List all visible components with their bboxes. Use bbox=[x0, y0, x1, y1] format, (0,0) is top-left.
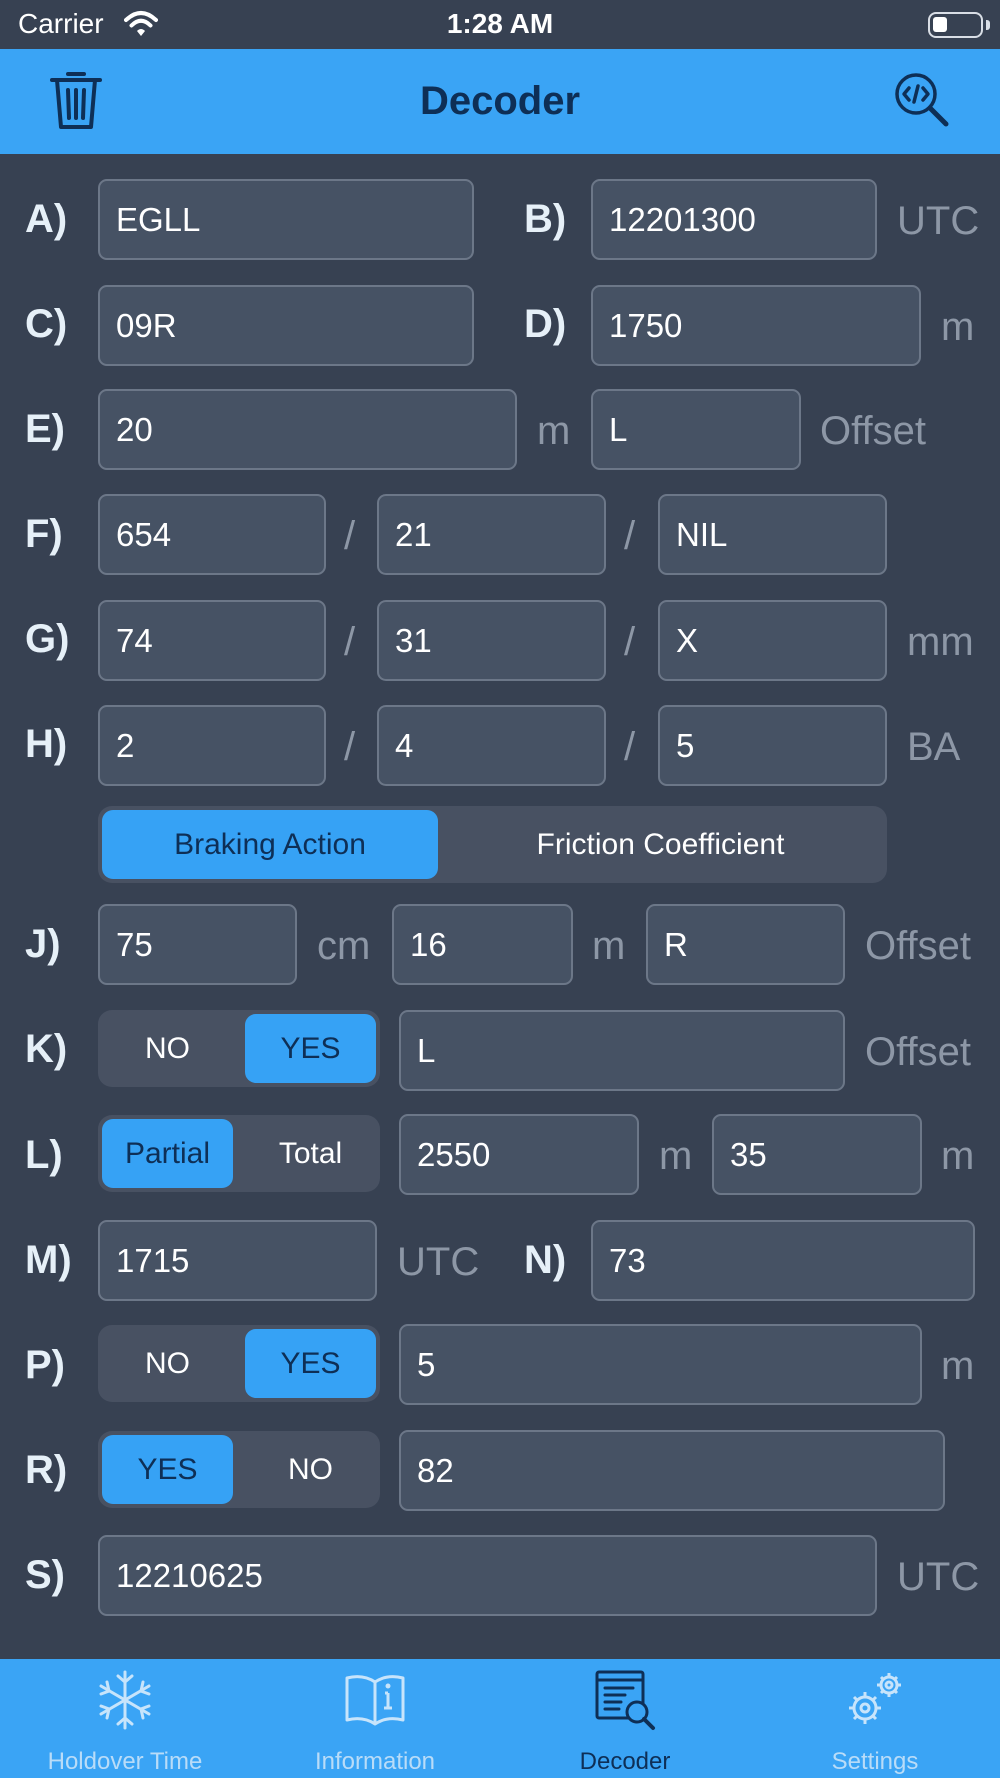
e-unit: m bbox=[537, 409, 571, 453]
p-yes-segment[interactable]: YES bbox=[245, 1329, 376, 1398]
k-offset-field[interactable]: L bbox=[399, 1010, 845, 1091]
l-total-segment[interactable]: Total bbox=[245, 1119, 376, 1188]
j-width-unit: m bbox=[592, 924, 626, 968]
a-location-field[interactable]: EGLL bbox=[98, 179, 474, 260]
g-third-1-field[interactable]: 74 bbox=[98, 600, 326, 681]
tab-holdover-time[interactable]: Holdover Time bbox=[0, 1659, 250, 1778]
book-icon bbox=[345, 1675, 405, 1726]
row-label-a: A) bbox=[25, 197, 68, 241]
row-label-m: M) bbox=[25, 1238, 72, 1282]
tab-decoder[interactable]: Decoder bbox=[500, 1659, 750, 1778]
j-depth-unit: cm bbox=[317, 924, 371, 968]
l-partial-segment[interactable]: Partial bbox=[102, 1119, 233, 1188]
row-label-j: J) bbox=[25, 922, 61, 966]
j-offset-label: Offset bbox=[865, 924, 971, 968]
tab-label-information: Information bbox=[314, 1748, 436, 1775]
p-unit: m bbox=[941, 1344, 975, 1388]
r-yes-segment[interactable]: YES bbox=[102, 1435, 233, 1504]
row-label-d: D) bbox=[524, 302, 567, 346]
row-label-f: F) bbox=[25, 512, 63, 556]
s-unit: UTC bbox=[897, 1555, 980, 1599]
l-width-field[interactable]: 35 bbox=[712, 1114, 922, 1195]
j-width-field[interactable]: 16 bbox=[392, 904, 573, 985]
tab-label-decoder: Decoder bbox=[579, 1748, 671, 1775]
row-label-l: L) bbox=[25, 1133, 63, 1177]
f-third-3-field[interactable]: NIL bbox=[658, 494, 887, 575]
r-no-segment[interactable]: NO bbox=[245, 1435, 376, 1504]
r-segmented-control: YES NO bbox=[98, 1431, 380, 1508]
h-mode-segmented-control: Braking Action Friction Coefficient bbox=[98, 806, 887, 883]
g-third-3-field[interactable]: X bbox=[658, 600, 887, 681]
g-unit: mm bbox=[907, 620, 974, 664]
row-label-h: H) bbox=[25, 722, 68, 766]
h-third-3-field[interactable]: 5 bbox=[658, 705, 887, 786]
h-third-2-field[interactable]: 4 bbox=[377, 705, 606, 786]
l-length-field[interactable]: 2550 bbox=[399, 1114, 639, 1195]
row-label-c: C) bbox=[25, 302, 68, 346]
status-time: 1:28 AM bbox=[446, 8, 554, 39]
h-separator-1: / bbox=[344, 725, 356, 769]
snowflake-icon bbox=[99, 1670, 151, 1730]
battery-icon bbox=[928, 12, 983, 38]
battery-cap bbox=[986, 20, 990, 30]
row-label-k: K) bbox=[25, 1027, 68, 1071]
e-offset-label: Offset bbox=[820, 409, 926, 453]
f-separator-2: / bbox=[624, 514, 636, 558]
e-width-field[interactable]: 20 bbox=[98, 389, 517, 470]
m-time-field[interactable]: 1715 bbox=[98, 1220, 377, 1301]
h-third-1-field[interactable]: 2 bbox=[98, 705, 326, 786]
l-segmented-control: Partial Total bbox=[98, 1115, 380, 1192]
row-label-s: S) bbox=[25, 1553, 65, 1597]
braking-action-segment[interactable]: Braking Action bbox=[102, 810, 438, 879]
l-length-unit: m bbox=[659, 1134, 693, 1178]
j-depth-field[interactable]: 75 bbox=[98, 904, 297, 985]
k-no-segment[interactable]: NO bbox=[102, 1014, 233, 1083]
f-separator-1: / bbox=[344, 514, 356, 558]
k-yes-segment[interactable]: YES bbox=[245, 1014, 376, 1083]
tab-label-holdover-time: Holdover Time bbox=[47, 1748, 203, 1775]
document-search-icon bbox=[595, 1670, 655, 1730]
k-segmented-control: NO YES bbox=[98, 1010, 380, 1087]
k-offset-label: Offset bbox=[865, 1030, 971, 1074]
row-label-r: R) bbox=[25, 1448, 68, 1492]
d-length-field[interactable]: 1750 bbox=[591, 285, 921, 366]
m-unit: UTC bbox=[397, 1240, 480, 1284]
b-unit: UTC bbox=[897, 199, 980, 243]
j-offset-field[interactable]: R bbox=[646, 904, 845, 985]
b-time-field[interactable]: 12201300 bbox=[591, 179, 877, 260]
row-label-n: N) bbox=[524, 1238, 567, 1282]
h-unit: BA bbox=[907, 725, 961, 769]
tab-information[interactable]: Information bbox=[250, 1659, 500, 1778]
r-field[interactable]: 82 bbox=[399, 1430, 945, 1511]
p-segmented-control: NO YES bbox=[98, 1325, 380, 1402]
row-label-b: B) bbox=[524, 197, 567, 241]
f-third-1-field[interactable]: 654 bbox=[98, 494, 326, 575]
g-separator-2: / bbox=[624, 620, 636, 664]
code-search-icon[interactable] bbox=[894, 72, 950, 128]
page-title: Decoder bbox=[419, 79, 581, 123]
gears-icon bbox=[849, 1673, 901, 1724]
p-no-segment[interactable]: NO bbox=[102, 1329, 233, 1398]
n-field[interactable]: 73 bbox=[591, 1220, 975, 1301]
g-third-2-field[interactable]: 31 bbox=[377, 600, 606, 681]
row-label-g: G) bbox=[25, 617, 70, 661]
row-label-e: E) bbox=[25, 407, 65, 451]
l-width-unit: m bbox=[941, 1134, 975, 1178]
tab-settings[interactable]: Settings bbox=[750, 1659, 1000, 1778]
f-third-2-field[interactable]: 21 bbox=[377, 494, 606, 575]
tab-label-settings: Settings bbox=[831, 1748, 919, 1775]
row-label-p: P) bbox=[25, 1343, 65, 1387]
g-separator-1: / bbox=[344, 620, 356, 664]
s-time-field[interactable]: 12210625 bbox=[98, 1535, 877, 1616]
friction-coefficient-segment[interactable]: Friction Coefficient bbox=[438, 810, 883, 879]
p-field[interactable]: 5 bbox=[399, 1324, 922, 1405]
d-unit: m bbox=[941, 305, 975, 349]
h-separator-2: / bbox=[624, 725, 636, 769]
c-runway-field[interactable]: 09R bbox=[98, 285, 474, 366]
e-offset-field[interactable]: L bbox=[591, 389, 801, 470]
